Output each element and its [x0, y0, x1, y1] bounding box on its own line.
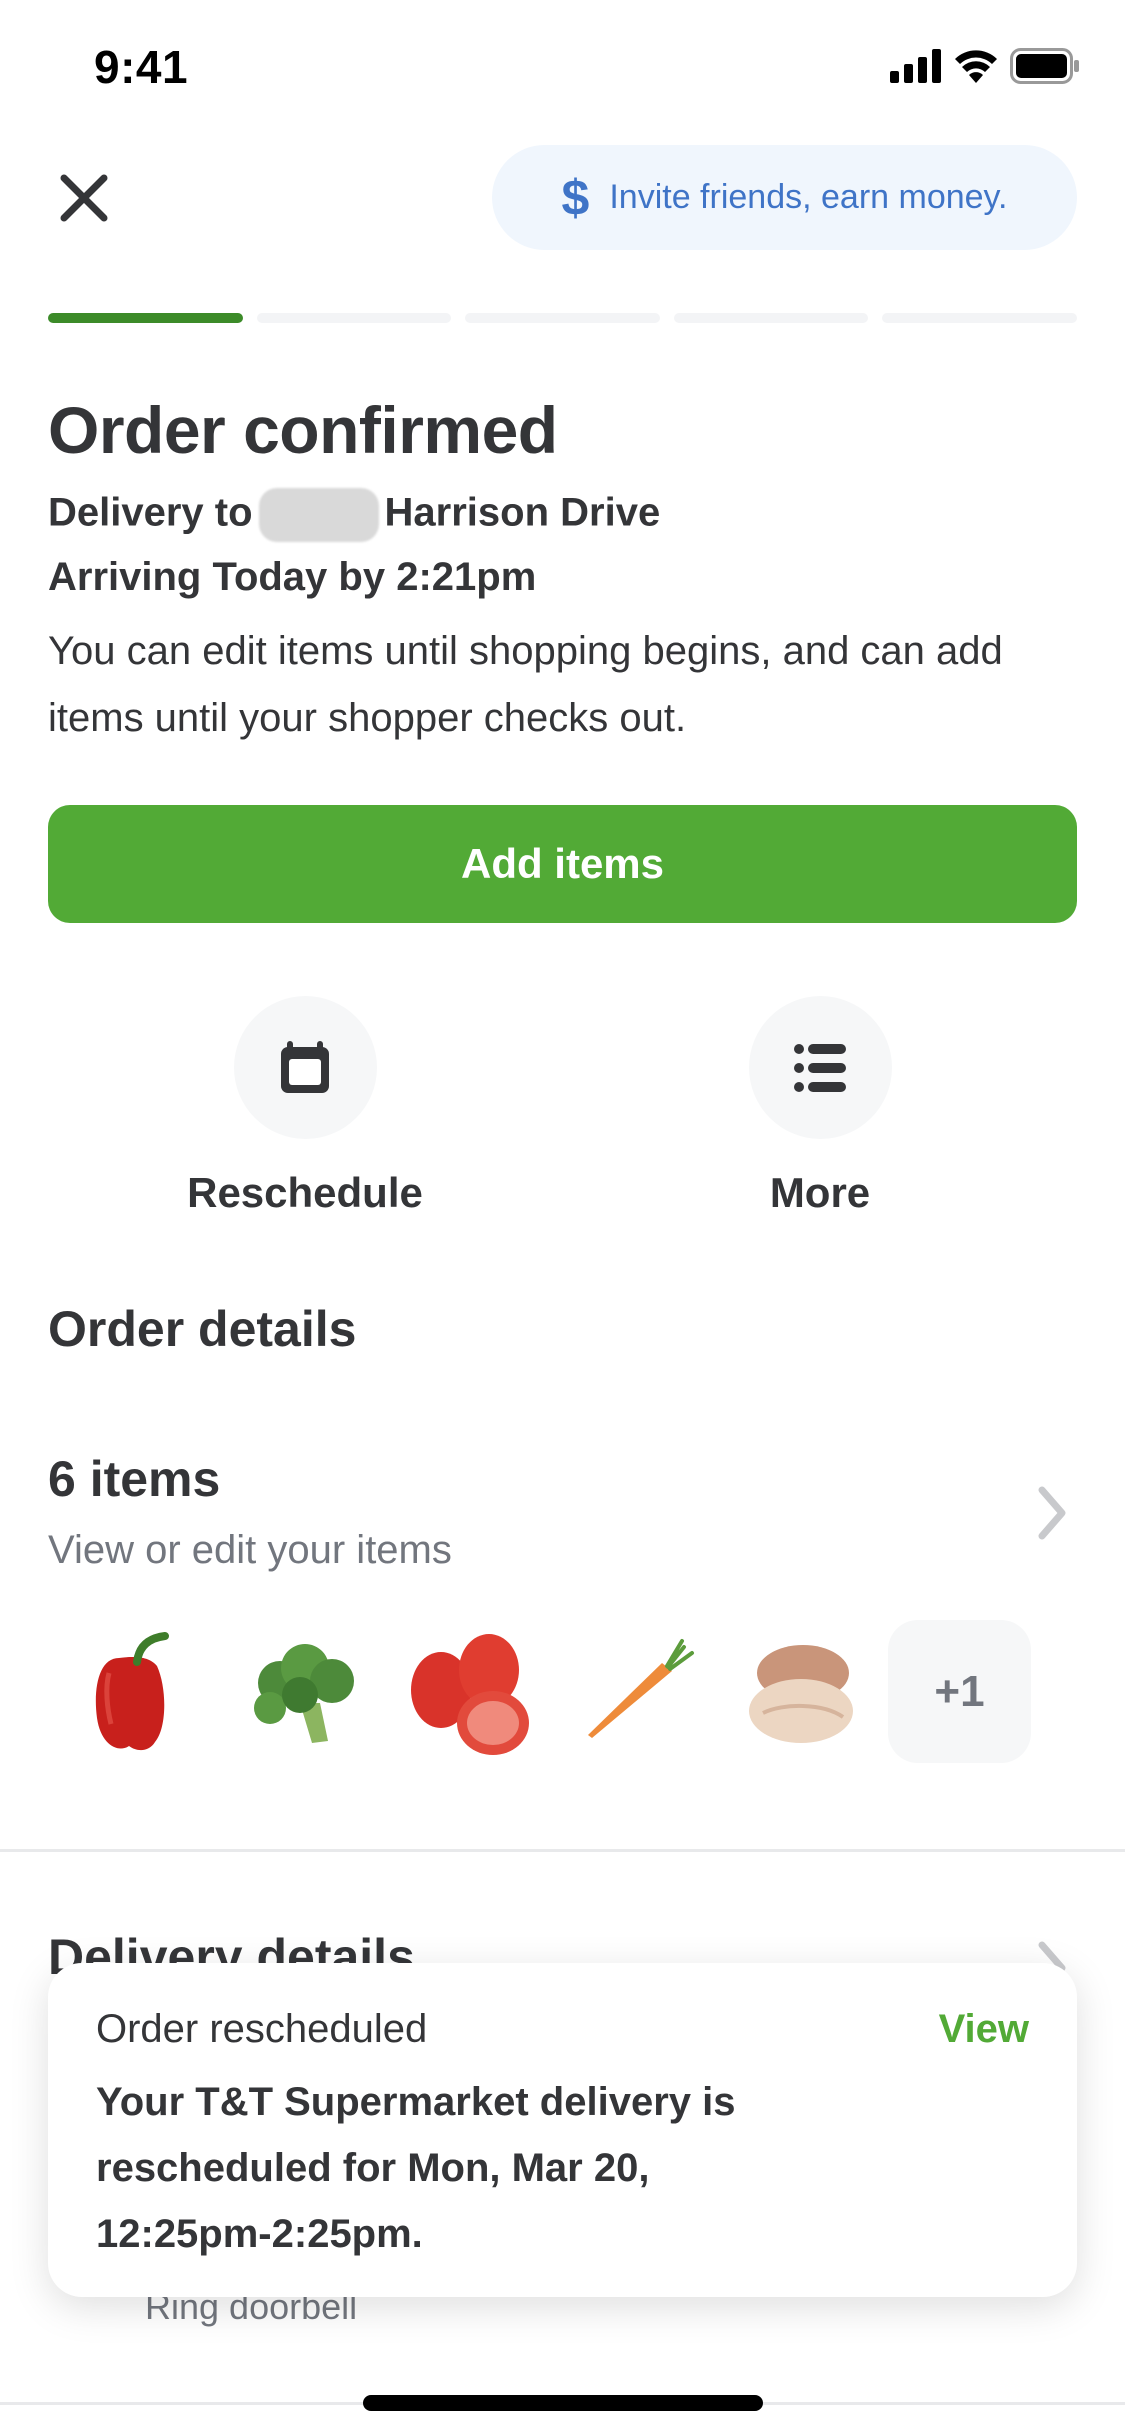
battery-icon	[1010, 48, 1079, 84]
status-icons	[890, 48, 1080, 84]
order-rescheduled-toast: Order rescheduled View Your T&T Supermar…	[48, 1963, 1077, 2297]
more-items-badge[interactable]: +1	[888, 1620, 1031, 1763]
close-button[interactable]	[56, 170, 112, 226]
toast-message: Your T&T Supermarket delivery is resched…	[96, 2080, 736, 2256]
item-thumbnail[interactable]	[222, 1620, 388, 1766]
section-divider	[0, 1849, 1125, 1852]
arrival-time: Arriving Today by 2:21pm	[48, 555, 537, 599]
item-thumbnails	[56, 1620, 886, 1766]
status-time: 9:41	[94, 41, 189, 93]
page-title: Order confirmed	[48, 393, 558, 467]
item-thumbnail[interactable]	[56, 1620, 222, 1766]
items-subtitle: View or edit your items	[48, 1528, 452, 1572]
invite-label: Invite friends, earn money.	[609, 178, 1008, 216]
dollar-icon: $	[561, 169, 590, 226]
item-thumbnail[interactable]	[554, 1620, 720, 1766]
calendar-icon	[281, 1040, 329, 1093]
reschedule-icon-circle	[233, 996, 377, 1139]
toast-title: Order rescheduled	[96, 2007, 428, 2051]
list-icon	[794, 1043, 846, 1092]
close-icon	[60, 174, 108, 222]
more-button[interactable]: More	[690, 996, 950, 1217]
progress-step-pending	[673, 313, 869, 323]
delivery-prefix: Delivery to	[48, 490, 253, 535]
reschedule-label: Reschedule	[187, 1169, 423, 1216]
bell-pepper-icon	[95, 1632, 169, 1751]
progress-step-pending	[882, 313, 1077, 323]
broccoli-icon	[254, 1644, 354, 1743]
chevron-right-icon[interactable]	[1030, 1480, 1076, 1546]
home-indicator[interactable]	[363, 2395, 763, 2411]
items-count: 6 items	[48, 1451, 221, 1507]
carrot-icon	[588, 1639, 694, 1738]
tomato-icon	[411, 1634, 529, 1755]
delivery-address: Delivery to Harrison Drive	[48, 488, 660, 542]
item-thumbnail[interactable]	[720, 1620, 886, 1766]
more-icon-circle	[748, 996, 892, 1139]
chicken-icon	[749, 1645, 853, 1743]
more-label: More	[769, 1169, 871, 1216]
item-thumbnail[interactable]	[388, 1620, 554, 1766]
toast-view-button[interactable]: View	[939, 2007, 1029, 2052]
redacted-house-number	[258, 488, 379, 542]
invite-friends-button[interactable]: $ Invite friends, earn money.	[492, 145, 1077, 250]
progress-step-complete	[48, 313, 243, 323]
wifi-icon	[955, 50, 997, 83]
cellular-signal-icon	[890, 49, 941, 83]
progress-step-pending	[465, 313, 660, 323]
add-items-button[interactable]: Add items	[48, 805, 1077, 923]
reschedule-button[interactable]: Reschedule	[175, 996, 435, 1217]
delivery-street: Harrison Drive	[384, 490, 661, 535]
edit-info-text: You can edit items until shopping begins…	[48, 629, 1003, 740]
order-details-heading: Order details	[48, 1301, 357, 1357]
progress-step-pending	[256, 313, 452, 323]
order-progress-bar	[48, 313, 1077, 323]
